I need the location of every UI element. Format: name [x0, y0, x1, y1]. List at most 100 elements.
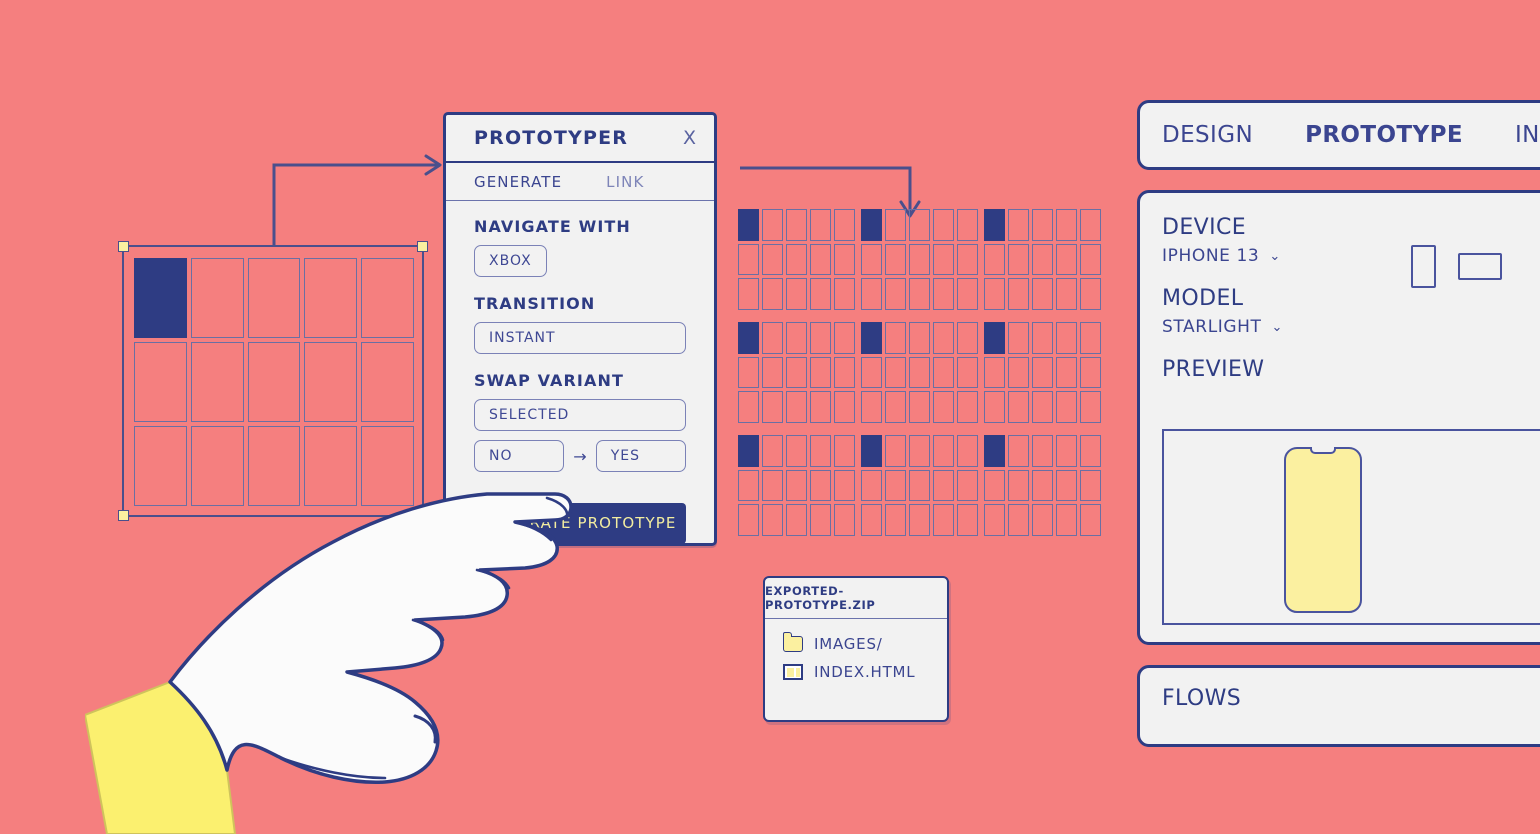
folder-icon [782, 632, 803, 652]
prototyper-panel: PROTOTYPER X GENERATE LINK NAVIGATE WITH… [443, 112, 717, 546]
artboard-cell[interactable] [190, 426, 244, 506]
model-select[interactable]: STARLIGHT ⌄ [1162, 317, 1283, 337]
generated-screen[interactable] [861, 209, 978, 310]
generated-screen[interactable] [738, 322, 855, 423]
screen-cell [885, 209, 906, 241]
list-item[interactable]: IMAGES/ [782, 632, 947, 653]
screen-cell [861, 469, 882, 502]
artboard-cell[interactable] [304, 426, 358, 506]
screen-cell [1080, 391, 1101, 423]
tab-generate[interactable]: GENERATE [474, 173, 562, 191]
artboard-cell-selected[interactable] [134, 258, 187, 338]
zip-entry-label: IMAGES/ [814, 635, 883, 653]
screen-cell [861, 322, 882, 354]
artboard-cell[interactable] [304, 258, 358, 338]
screen-cell [957, 391, 978, 423]
transition-select[interactable]: INSTANT [474, 322, 686, 354]
screen-cell [909, 243, 930, 276]
screen-cell [933, 469, 954, 502]
navigate-with-group: NAVIGATE WITH XBOX [474, 217, 686, 277]
flows-panel[interactable]: FLOWS [1137, 665, 1540, 747]
artboard-cell[interactable] [134, 342, 187, 422]
screen-cell [984, 435, 1005, 467]
screen-cell [933, 391, 954, 423]
artboard-cell[interactable] [190, 258, 244, 338]
orientation-toggle [1411, 245, 1502, 288]
screen-cell [909, 209, 930, 241]
artboard-cell[interactable] [190, 342, 244, 422]
screen-cell [1032, 356, 1053, 389]
screen-cell [810, 356, 831, 389]
preview-label: PREVIEW [1162, 357, 1265, 382]
screen-cell [834, 356, 855, 389]
screen-cell [762, 391, 783, 423]
generate-prototype-button[interactable]: GENERATE PROTOTYPE [474, 503, 686, 544]
tab-inspect[interactable]: INSPECT [1515, 122, 1540, 148]
screen-cell [1032, 209, 1053, 241]
resize-handle-top-left[interactable] [118, 241, 129, 252]
device-select[interactable]: IPHONE 13 ⌄ [1162, 246, 1281, 266]
artboard-cell[interactable] [361, 258, 414, 338]
screen-cell [1032, 278, 1053, 310]
generated-screen[interactable] [984, 322, 1101, 423]
swap-variant-select[interactable]: SELECTED [474, 399, 686, 431]
screen-cell [1080, 504, 1101, 536]
screen-cell [810, 469, 831, 502]
screen-cell [762, 243, 783, 276]
screen-cell [762, 504, 783, 536]
artboard-cell[interactable] [247, 426, 301, 506]
screen-cell [984, 469, 1005, 502]
screen-cell [885, 278, 906, 310]
close-icon[interactable]: X [683, 128, 696, 148]
portrait-orientation-icon[interactable] [1411, 245, 1436, 288]
generated-screens-cluster[interactable] [738, 209, 1105, 542]
artboard-cell[interactable] [134, 426, 187, 506]
screen-cell [810, 322, 831, 354]
screen-cell [786, 243, 807, 276]
artboard-cell[interactable] [361, 342, 414, 422]
exported-zip-card[interactable]: EXPORTED-PROTOTYPE.ZIP IMAGES/ INDEX.HTM… [763, 576, 949, 722]
chevron-down-icon: ⌄ [1269, 248, 1281, 264]
generated-screen[interactable] [984, 209, 1101, 310]
generated-screen[interactable] [738, 209, 855, 310]
artboard-cell[interactable] [361, 426, 414, 506]
screen-cell [1080, 435, 1101, 467]
artboard-cell[interactable] [247, 258, 301, 338]
landscape-orientation-icon[interactable] [1458, 253, 1502, 280]
screen-cell [1008, 435, 1029, 467]
screen-cell [1056, 504, 1077, 536]
inspector-tabbar: DESIGN PROTOTYPE INSPECT [1137, 100, 1540, 170]
resize-handle-bottom-right[interactable] [417, 510, 428, 521]
screen-cell [786, 322, 807, 354]
tab-prototype[interactable]: PROTOTYPE [1305, 122, 1463, 148]
list-item[interactable]: INDEX.HTML [783, 663, 947, 681]
screen-cell [1008, 209, 1029, 241]
generated-screen[interactable] [861, 322, 978, 423]
screen-cell [933, 243, 954, 276]
screen-cell [738, 209, 759, 241]
artboard-grid[interactable] [134, 258, 414, 506]
screen-cell [885, 356, 906, 389]
generated-screen[interactable] [984, 435, 1101, 536]
tab-link[interactable]: LINK [606, 173, 644, 191]
swap-from-select[interactable]: NO [474, 440, 565, 472]
screen-cell [810, 243, 831, 276]
screen-cell [1056, 322, 1077, 354]
artboard-cell[interactable] [247, 342, 301, 422]
navigate-with-value[interactable]: XBOX [474, 245, 547, 277]
screen-cell [834, 243, 855, 276]
screen-cell [738, 322, 759, 354]
swap-to-select[interactable]: YES [595, 440, 686, 472]
screen-cell [861, 504, 882, 536]
screen-cell [861, 435, 882, 467]
generated-screen[interactable] [738, 435, 855, 536]
screen-cell [738, 391, 759, 423]
screen-cell [933, 209, 954, 241]
generated-screen[interactable] [861, 435, 978, 536]
prototyper-titlebar: PROTOTYPER X [446, 115, 714, 163]
screen-cell [1008, 278, 1029, 310]
tab-design[interactable]: DESIGN [1162, 122, 1253, 148]
resize-handle-bottom-left[interactable] [118, 510, 129, 521]
screen-cell [957, 209, 978, 241]
artboard-cell[interactable] [304, 342, 358, 422]
